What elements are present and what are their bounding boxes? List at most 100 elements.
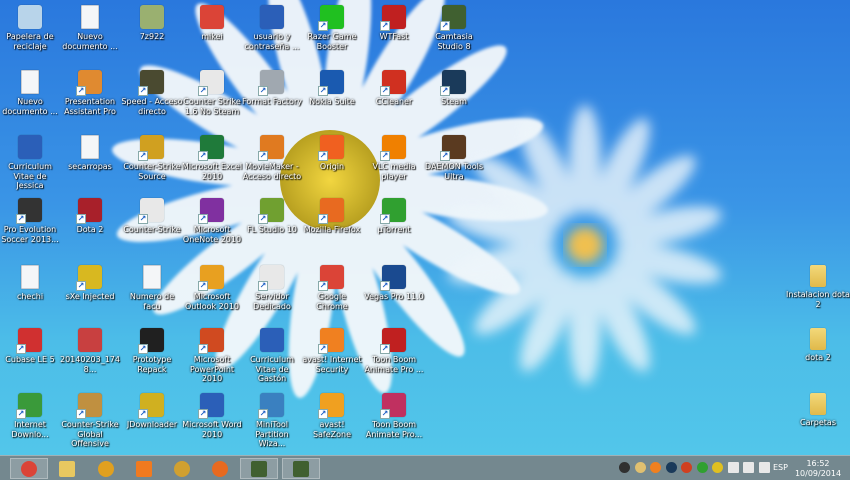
text-document-icon (21, 70, 39, 94)
chrome-icon: ↗ (318, 265, 344, 291)
shortcut-arrow-icon: ↗ (138, 86, 148, 96)
taskbar-fl-studio-button[interactable] (87, 458, 125, 479)
desktop-icon[interactable]: ↗ VLC media player (363, 135, 425, 181)
photo-icon (78, 328, 102, 352)
desktop-icon[interactable]: ↗ WTFast (363, 5, 425, 42)
taskbar-firefox-button[interactable] (201, 458, 239, 479)
desktop-icon-label: Mozilla Firefox (303, 225, 361, 234)
desktop-icon[interactable]: ↗ MovieMaker - Acceso directo (241, 135, 303, 181)
desktop-icon[interactable]: ↗ Razer Game Booster (301, 5, 363, 51)
volume-icon[interactable] (758, 462, 770, 473)
desktop-icon[interactable]: ↗ Servidor Dedicado (241, 265, 303, 311)
desktop-icon[interactable]: ↗ Counter Strike 1.6 No Steam (181, 70, 243, 116)
desktop-icon[interactable]: ↗ Prototype Repack (121, 328, 183, 374)
desktop-icon[interactable]: ↗ Internet Downlo... (0, 393, 61, 439)
desktop-icon[interactable]: Nuevo documento ... (59, 5, 121, 51)
desktop-icon[interactable]: ↗ DAEMON Tools Ultra (423, 135, 485, 181)
desktop-icon[interactable]: ↗ Google Chrome (301, 265, 363, 311)
desktop-icon[interactable]: usuario y contraseña ... (241, 5, 303, 51)
desktop-icon[interactable]: ↗ Microsoft Word 2010 (181, 393, 243, 439)
desktop-icon[interactable]: ↗ Camtasia Studio 8 (423, 5, 485, 51)
shortcut-arrow-icon: ↗ (318, 151, 328, 161)
desktop-icon[interactable]: Curriculum Vitae de Jessica (0, 135, 61, 191)
desktop-icon-label: DAEMON Tools Ultra (425, 162, 483, 181)
desktop-folder-label: Carpetas (800, 418, 836, 427)
desktop-icon[interactable]: Curriculum Vitae de Gastón (241, 328, 303, 384)
desktop-icon[interactable]: ↗ Dota 2 (59, 198, 121, 235)
steam-tray-icon[interactable] (665, 462, 677, 473)
desktop-icon[interactable]: ↗ Origin (301, 135, 363, 172)
desktop-icon[interactable]: 7z922 (121, 5, 183, 42)
desktop-icon[interactable]: Papelera de reciclaje (0, 5, 61, 51)
desktop-icon[interactable]: ↗ Speed - Acceso directo (121, 70, 183, 116)
desktop-icon-label: Counter Strike 1.6 No Steam (183, 97, 241, 116)
desktop-icon[interactable]: mikei (181, 5, 243, 42)
desktop-icon[interactable]: ↗ Pro Evolution Soccer 2013... (0, 198, 61, 244)
desktop-icon[interactable]: ↗ JDownloader (121, 393, 183, 430)
desktop-icon[interactable]: ↗ Steam (423, 70, 485, 107)
desktop-icon-label: Microsoft Excel 2010 (181, 162, 243, 181)
shortcut-arrow-icon: ↗ (318, 214, 328, 224)
network-icon[interactable] (743, 462, 754, 473)
desktop[interactable]: Papelera de reciclaje Nuevo documento ...… (0, 0, 850, 455)
desktop-icon[interactable]: ↗ Microsoft PowerPoint 2010 (181, 328, 243, 384)
desktop-icon[interactable]: ↗ Format Factory (241, 70, 303, 107)
desktop-icon[interactable]: ↗ avast! Internet Security (301, 328, 363, 374)
taskbar-chrome-button[interactable] (10, 458, 48, 479)
desktop-icon[interactable]: ↗ Presentation Assistant Pro (59, 70, 121, 116)
desktop-icon[interactable]: secarropas (59, 135, 121, 172)
sxe-tray-icon[interactable] (712, 462, 723, 473)
desktop-icon[interactable]: Numero de facu (121, 265, 183, 311)
desktop-icon[interactable]: ↗ Counter-Strike Global Offensive (59, 393, 121, 449)
speaker-alert-tray-icon[interactable] (681, 462, 692, 473)
desktop-icon[interactable]: ↗ Counter-Strike Source (121, 135, 183, 181)
desktop-icon[interactable]: ↗ sXe Injected (59, 265, 121, 302)
desktop-icon[interactable]: ↗ MiniTool Partition Wiza... (241, 393, 303, 449)
desktop-icon[interactable]: ↗ Counter-Strike (121, 198, 183, 235)
recycle-bin-icon (18, 5, 42, 29)
desktop-icon[interactable]: ↗ Cubase LE 5 (0, 328, 61, 365)
taskbar-audio-app-button[interactable] (163, 458, 201, 479)
desktop-icon[interactable]: ↗ CCleaner (363, 70, 425, 107)
outlook-icon: ↗ (198, 265, 224, 291)
desktop-icon[interactable]: ↗ Toon Boom Animate Pro... (363, 393, 425, 439)
usb-tray-icon[interactable] (696, 462, 708, 473)
clock[interactable]: 16:52 10/09/2014 (793, 459, 843, 479)
desktop-folder[interactable]: Instalacion dota 2 (786, 265, 850, 309)
desktop-icon[interactable]: ↗ Vegas Pro 11.0 (363, 265, 425, 302)
taskbar-camtasia-studio-button[interactable] (240, 458, 278, 479)
desktop-icon[interactable]: 20140203_1748... (59, 328, 121, 374)
desktop-folder[interactable]: Carpetas (786, 393, 850, 428)
desktop-icon-label: MovieMaker - Acceso directo (242, 162, 302, 181)
avast-tray-icon[interactable] (650, 462, 661, 473)
folder-icon (810, 265, 826, 287)
camtasia-icon (251, 460, 267, 477)
taskbar-camtasia-recorder-button[interactable] (282, 458, 320, 479)
desktop-icon[interactable]: ↗ Microsoft OneNote 2010 (181, 198, 243, 244)
taskbar-file-explorer-button[interactable] (48, 458, 86, 479)
desktop-icon-label: Servidor Dedicado (253, 292, 291, 311)
desktop-icon[interactable]: ↗ FL Studio 10 (241, 198, 303, 235)
desktop-icon[interactable]: ↗ Microsoft Outlook 2010 (181, 265, 243, 311)
shortcut-arrow-icon: ↗ (318, 344, 328, 354)
desktop-icon[interactable]: Nuevo documento ... (0, 70, 61, 116)
desktop-icon[interactable]: ↗ µTorrent (363, 198, 425, 235)
desktop-icon[interactable]: ↗ Toon Boom Animate Pro ... (363, 328, 425, 374)
desktop-icon[interactable]: chechi (0, 265, 61, 302)
taskbar-media-player-button[interactable] (125, 458, 163, 479)
shortcut-arrow-icon: ↗ (380, 86, 390, 96)
input-language-indicator[interactable]: ESP (773, 463, 788, 472)
desktop-icon[interactable]: ↗ Microsoft Excel 2010 (181, 135, 243, 181)
desktop-icon[interactable]: ↗ Nokia Suite (301, 70, 363, 107)
taskbar: ESP 16:52 10/09/2014 (0, 455, 850, 480)
counter-strike-icon: ↗ (138, 135, 164, 161)
desktop-icon-label: Microsoft PowerPoint 2010 (189, 355, 235, 383)
razer-tray-icon[interactable] (619, 462, 630, 473)
shortcut-arrow-icon: ↗ (318, 86, 328, 96)
weather-tray-icon[interactable] (634, 462, 646, 473)
desktop-icon[interactable]: ↗ Mozilla Firefox (301, 198, 363, 235)
desktop-icon-label: Steam (441, 97, 467, 106)
desktop-folder[interactable]: dota 2 (786, 328, 850, 363)
desktop-icon[interactable]: ↗ avast! SafeZone (301, 393, 363, 439)
action-center-flag-icon[interactable] (727, 462, 739, 473)
